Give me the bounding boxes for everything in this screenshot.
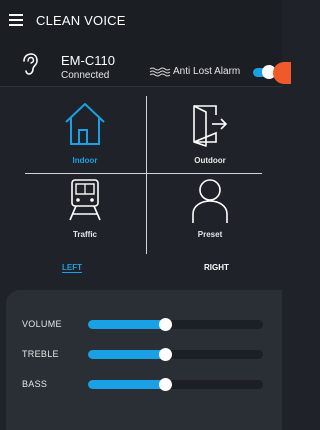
mode-label: Indoor (72, 156, 98, 165)
app-header: CLEAN VOICE (0, 0, 282, 40)
mode-label: Outdoor (194, 156, 226, 165)
ear-icon (23, 53, 38, 75)
alert-indicator[interactable] (273, 62, 291, 84)
sound-controls-panel: VOLUME TREBLE BASS (6, 290, 282, 430)
connection-status: Connected (61, 70, 110, 81)
bass-slider-track[interactable] (88, 378, 263, 391)
mode-label: Traffic (72, 230, 97, 239)
anti-lost-waves-icon (149, 67, 171, 77)
door-exit-icon (193, 105, 228, 147)
slider-label: TREBLE (22, 349, 59, 359)
app-title: CLEAN VOICE (36, 13, 126, 28)
house-icon (65, 103, 105, 145)
bass-slider-thumb[interactable] (159, 378, 172, 391)
grid-divider-vertical (146, 96, 147, 254)
slider-bass: BASS (6, 374, 282, 394)
volume-slider-thumb[interactable] (159, 318, 172, 331)
mode-label: Preset (197, 230, 223, 239)
anti-lost-alarm-label: Anti Lost Alarm (173, 66, 241, 77)
mode-traffic[interactable]: Traffic (25, 178, 145, 254)
hamburger-menu-icon[interactable] (9, 14, 23, 26)
mode-indoor[interactable]: Indoor (25, 100, 145, 176)
mode-preset[interactable]: Preset (150, 178, 270, 254)
volume-slider-track[interactable] (88, 318, 263, 331)
anti-lost-alarm-toggle[interactable] (253, 65, 276, 79)
side-left-tab[interactable]: LEFT (62, 263, 82, 272)
person-icon (192, 179, 228, 223)
mode-grid: Indoor Outdoor Traffic Preset (0, 96, 282, 256)
bass-slider-fill (88, 380, 165, 389)
slider-label: BASS (22, 379, 48, 389)
device-name: EM-C110 (61, 53, 115, 68)
train-icon (69, 179, 101, 221)
slider-label: VOLUME (22, 319, 62, 329)
device-bar: EM-C110 Connected Anti Lost Alarm (0, 40, 291, 87)
slider-volume: VOLUME (6, 314, 282, 334)
treble-slider-track[interactable] (88, 348, 263, 361)
side-right-tab[interactable]: RIGHT (204, 263, 229, 272)
mode-outdoor[interactable]: Outdoor (150, 100, 270, 176)
treble-slider-fill (88, 350, 165, 359)
treble-slider-thumb[interactable] (159, 348, 172, 361)
volume-slider-fill (88, 320, 165, 329)
slider-treble: TREBLE (6, 344, 282, 364)
